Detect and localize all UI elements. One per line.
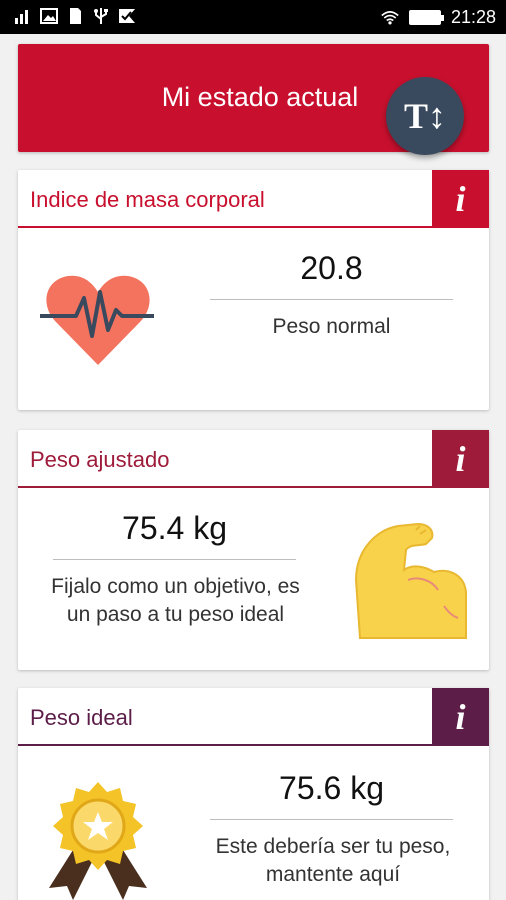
check-icon (118, 7, 136, 25)
card-header: Peso ideal i (18, 688, 489, 746)
status-right-icons: 21:28 (381, 7, 496, 28)
bmi-card: Indice de masa corporal i 20.8 Peso norm… (18, 170, 489, 410)
caption-line: mantente aquí (265, 863, 401, 886)
info-icon: i (455, 179, 466, 219)
usb-icon (92, 7, 110, 25)
caption-line: Fijalo como un objetivo, es (51, 575, 300, 598)
value-divider (210, 819, 453, 820)
ideal-weight-card: Peso ideal i 75.6 kg Este debería ser tu… (18, 688, 489, 900)
caption-line: un paso a tu peso ideal (66, 603, 285, 626)
card-title: Peso ideal (30, 705, 133, 730)
card-header: Indice de masa corporal i (18, 170, 489, 228)
ideal-weight-caption: Este debería ser tu peso, mantente aquí (183, 833, 483, 889)
signal-icon (14, 7, 32, 25)
clock: 21:28 (450, 7, 496, 27)
status-left-icons (14, 7, 136, 25)
adjusted-weight-card: Peso ajustado i 75.4 kg Fijalo como un o… (18, 430, 489, 670)
ideal-weight-value: 75.6 kg (279, 770, 384, 806)
info-button[interactable]: i (432, 430, 489, 488)
value-divider (53, 559, 296, 560)
info-icon: i (455, 439, 466, 479)
image-icon (40, 7, 58, 25)
bmi-value: 20.8 (300, 250, 363, 286)
sim-icon (66, 7, 84, 25)
award-medal-icon (43, 780, 153, 900)
text-size-icon: T↕ (403, 96, 446, 136)
value-divider (210, 299, 453, 300)
card-header: Peso ajustado i (18, 430, 489, 488)
battery-icon (408, 10, 444, 25)
heartbeat-icon (38, 270, 158, 370)
flexed-arm-icon (348, 520, 473, 640)
card-title: Peso ajustado (30, 447, 170, 472)
page-title: Mi estado actual (161, 82, 359, 112)
card-title: Indice de masa corporal (30, 187, 265, 212)
info-button[interactable]: i (432, 688, 489, 746)
info-button[interactable]: i (432, 170, 489, 228)
caption-line: Este debería ser tu peso, (215, 835, 451, 858)
info-icon: i (455, 697, 466, 737)
wifi-icon (381, 9, 399, 27)
status-bar: 21:28 (0, 0, 506, 34)
bmi-caption: Peso normal (272, 315, 391, 338)
text-size-button[interactable]: T↕ (386, 77, 464, 155)
adjusted-weight-caption: Fijalo como un objetivo, es un paso a tu… (18, 573, 333, 629)
adjusted-weight-value: 75.4 kg (122, 510, 227, 546)
